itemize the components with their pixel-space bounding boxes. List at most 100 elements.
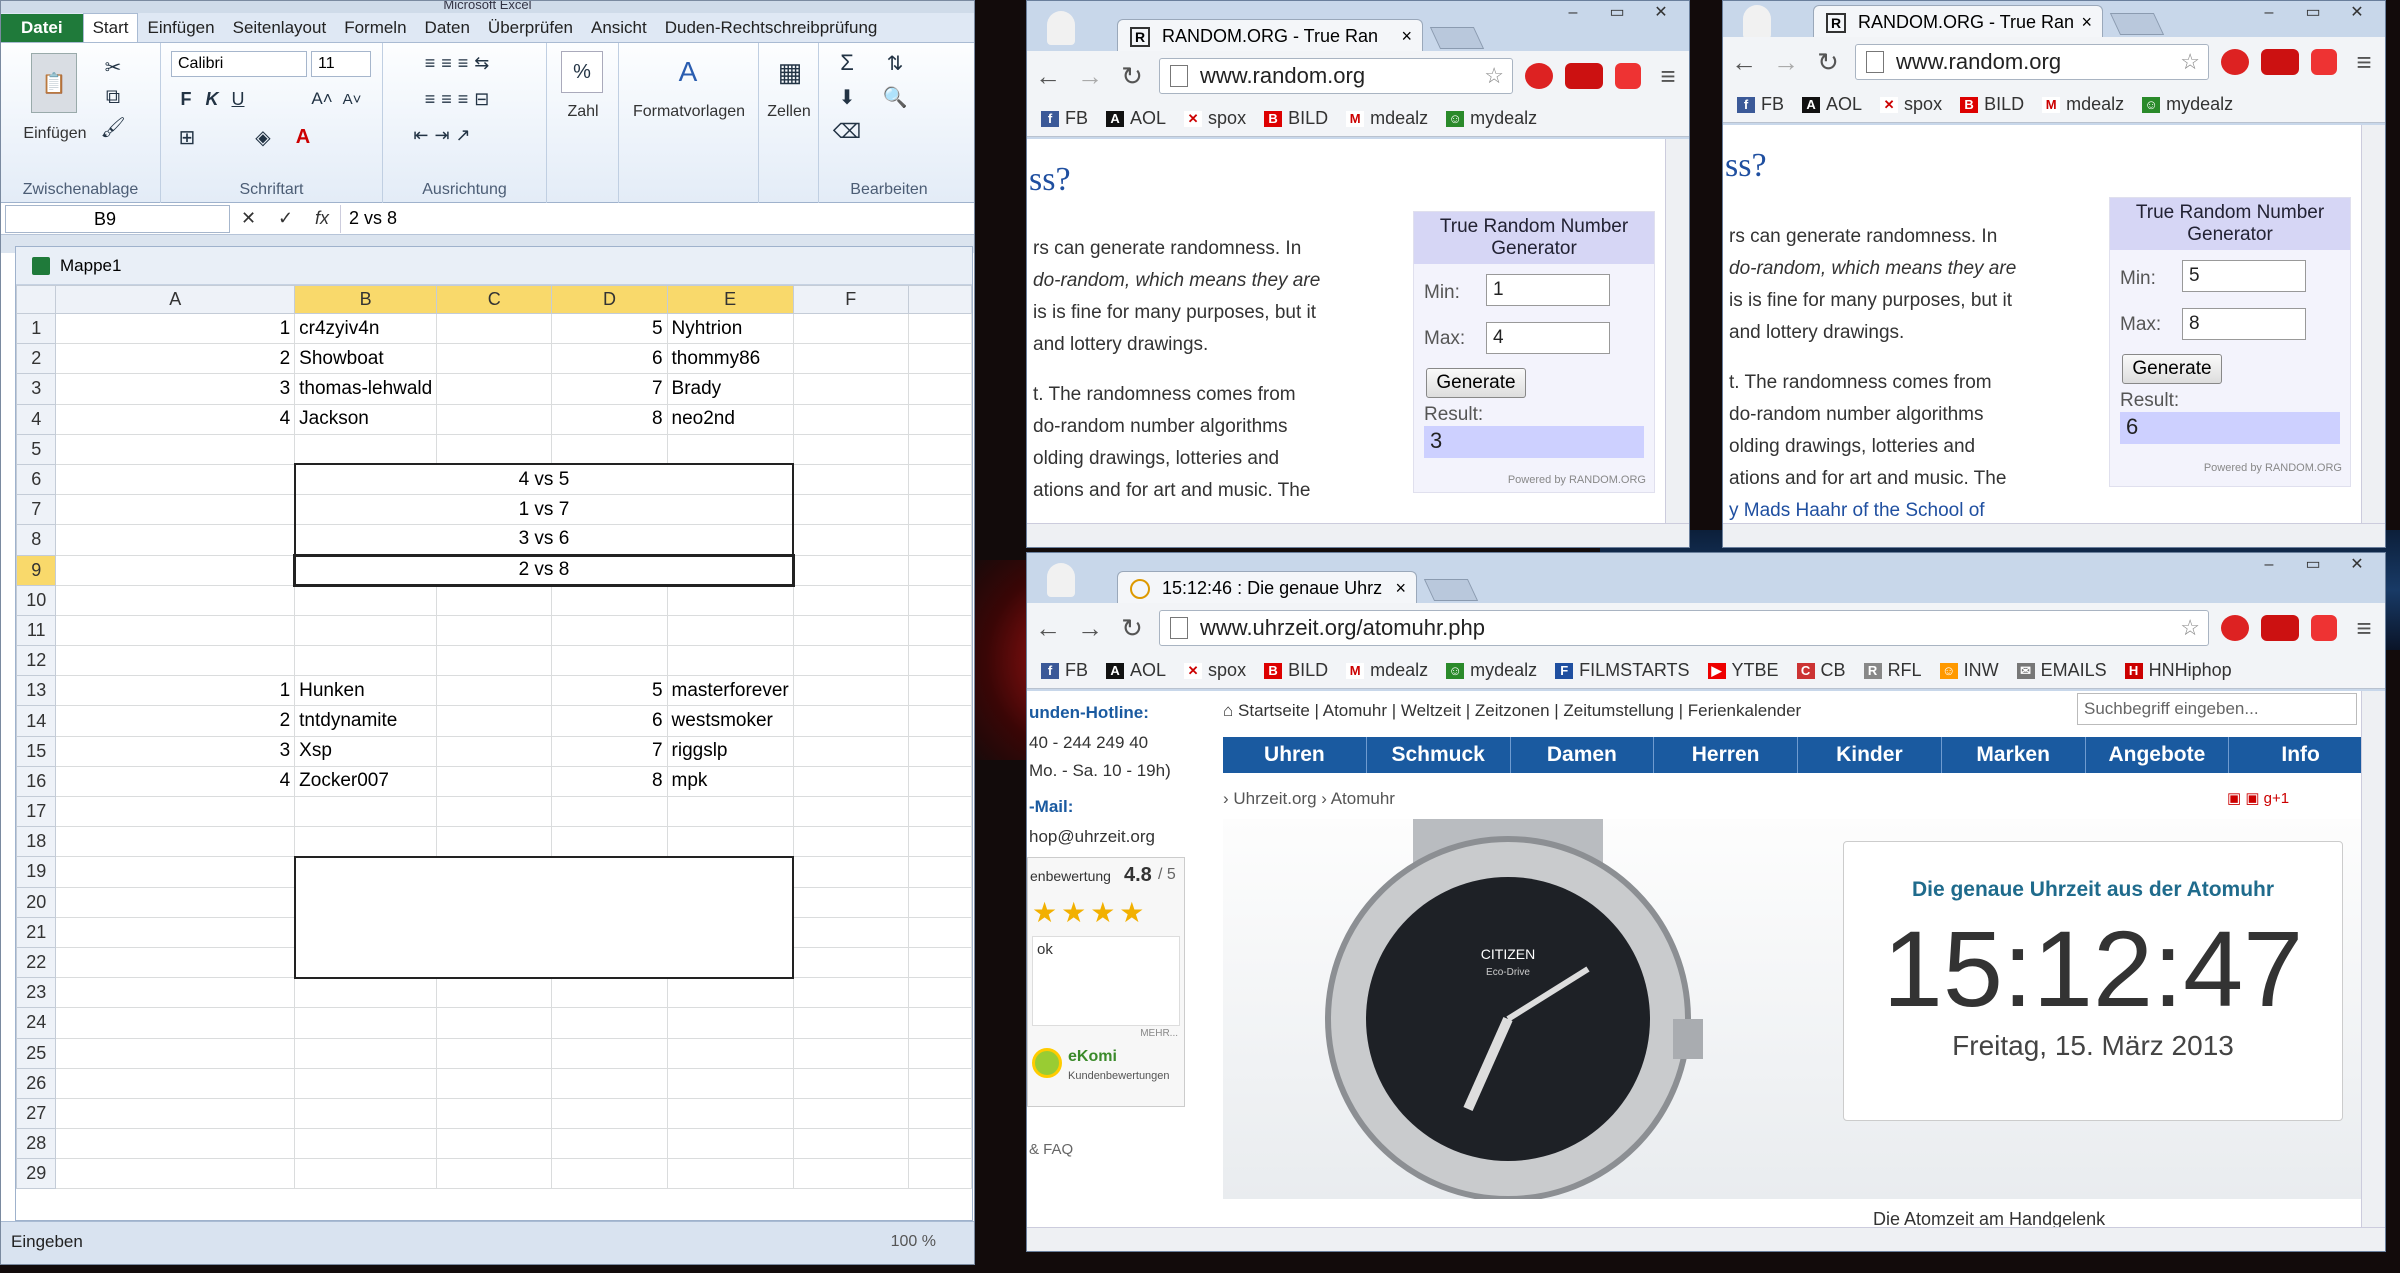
percent-icon[interactable]: % — [561, 51, 603, 93]
cell-g[interactable] — [907, 343, 973, 375]
row-header[interactable]: 5 — [15, 433, 57, 465]
shrink-font-icon[interactable]: A˅ — [341, 87, 363, 111]
bookmark-spox[interactable]: ✕ spox — [1184, 660, 1246, 681]
cell-e[interactable] — [666, 614, 794, 647]
menu-icon[interactable]: ≡ — [1647, 61, 1689, 92]
bookmark-aol[interactable]: A AOL — [1802, 94, 1862, 115]
spreadsheet-grid[interactable]: A B C D E F 1 1 cr4zyiv4n 5 Nyhtrion 2 2 Showbo… — [15, 285, 973, 1190]
cell-b[interactable] — [294, 433, 438, 465]
bookmark-inw[interactable]: ☺ INW — [1939, 660, 1999, 681]
bookmark-star-icon[interactable]: ☆ — [2180, 611, 2200, 645]
bookmark-fb[interactable]: f FB — [1041, 108, 1088, 129]
cell-e[interactable] — [666, 584, 794, 616]
cell-g[interactable] — [907, 373, 973, 405]
cell-matchup[interactable]: 2 vs 8 — [293, 553, 795, 587]
cell-e[interactable]: thommy86 — [666, 343, 794, 375]
cell-c[interactable] — [437, 887, 552, 917]
cell-g[interactable] — [907, 1128, 973, 1160]
cell-g[interactable] — [907, 916, 973, 948]
cell-d[interactable] — [551, 795, 668, 828]
cell-f[interactable] — [792, 1067, 909, 1099]
row-header[interactable]: 7 — [15, 494, 57, 526]
cell-a[interactable] — [55, 584, 296, 616]
row-header[interactable]: 28 — [15, 1128, 57, 1160]
tab-start[interactable]: Start — [82, 13, 139, 42]
cell-f[interactable] — [792, 795, 909, 828]
cell-b[interactable]: Hunken — [294, 675, 438, 707]
cut-icon[interactable]: ✂ — [101, 55, 125, 79]
copy-icon[interactable]: ⧉ — [101, 85, 125, 109]
bookmark-fb[interactable]: f FB — [1737, 94, 1784, 115]
maximize-icon[interactable]: ▭ — [2291, 3, 2335, 25]
cell-e[interactable] — [666, 1037, 794, 1069]
format-painter-icon[interactable]: 🖌 — [100, 115, 125, 139]
menu-icon[interactable]: ≡ — [2343, 47, 2385, 78]
min-input[interactable]: 1 — [1486, 274, 1610, 306]
cell-g[interactable] — [907, 494, 973, 526]
enter-icon[interactable]: ✓ — [278, 208, 293, 229]
cell-a[interactable] — [55, 795, 296, 828]
cell-f[interactable] — [792, 735, 909, 767]
cell-e[interactable]: masterforever — [666, 675, 794, 707]
maximize-icon[interactable]: ▭ — [2291, 555, 2335, 577]
nav-uhren[interactable]: Uhren — [1223, 737, 1367, 773]
tab-duden[interactable]: Duden-Rechtschreibprüfung — [656, 14, 887, 42]
cell-d[interactable] — [551, 947, 668, 979]
cell-f[interactable] — [792, 584, 909, 616]
cell-c[interactable] — [436, 403, 553, 435]
cell-b[interactable]: tntdynamite — [294, 705, 438, 737]
formula-input[interactable]: 2 vs 8 — [340, 204, 974, 233]
cell-g[interactable] — [907, 312, 973, 345]
cell-d[interactable] — [551, 1067, 668, 1099]
cell-d[interactable]: 5 — [551, 675, 668, 707]
cell-e[interactable]: westsmoker — [666, 705, 794, 737]
new-tab-button[interactable] — [1429, 27, 1485, 49]
cell-g[interactable] — [907, 977, 973, 1009]
bookmark-mydealz[interactable]: ☺ mydealz — [1446, 108, 1537, 129]
sum-icon[interactable]: Σ — [835, 50, 859, 75]
bookmark-mdealz[interactable]: Mmdealz — [1346, 108, 1428, 129]
extension-monster-icon[interactable] — [1565, 63, 1603, 89]
bookmark-bild[interactable]: B BILD — [1264, 660, 1328, 681]
cell-b[interactable] — [294, 1067, 438, 1099]
cell-f[interactable] — [792, 373, 909, 405]
cell-f[interactable] — [792, 1037, 909, 1069]
cell-g[interactable] — [907, 1067, 973, 1099]
vertical-scrollbar[interactable] — [1665, 139, 1689, 523]
back-icon[interactable]: ← — [1723, 47, 1765, 78]
row-header[interactable]: 24 — [15, 1007, 57, 1039]
nav-kinder[interactable]: Kinder — [1798, 737, 1942, 773]
extension-monster-icon[interactable] — [2261, 49, 2299, 75]
cell-d[interactable] — [552, 887, 667, 917]
cell-f[interactable] — [792, 765, 909, 798]
minimize-icon[interactable]: – — [1551, 3, 1595, 25]
cell-g[interactable] — [907, 886, 973, 918]
vertical-align-icons[interactable]: ≡≡≡⇆ — [395, 51, 525, 75]
cell-b[interactable] — [294, 645, 438, 677]
cell-d[interactable] — [551, 1037, 668, 1069]
cell-c[interactable] — [436, 614, 553, 647]
cell-a[interactable] — [55, 1067, 296, 1099]
browser-tab[interactable]: R RANDOM.ORG - True Ran × — [1117, 19, 1423, 53]
row-header[interactable]: 22 — [15, 946, 57, 979]
cell-d[interactable] — [551, 584, 668, 616]
zoom-level[interactable]: 100 % — [891, 1222, 936, 1262]
cell-b[interactable] — [294, 1128, 438, 1160]
generate-button[interactable]: Generate — [2122, 354, 2222, 384]
cell-e[interactable]: Brady — [666, 373, 794, 405]
select-all[interactable] — [15, 285, 57, 314]
cell-a[interactable]: 4 — [55, 403, 296, 435]
row-header[interactable]: 16 — [15, 765, 57, 798]
cell-e[interactable] — [666, 1128, 794, 1160]
nav-marken[interactable]: Marken — [1942, 737, 2086, 773]
tab-daten[interactable]: Daten — [416, 14, 479, 42]
cell-b[interactable] — [294, 1097, 438, 1130]
cell-f[interactable] — [792, 494, 909, 526]
cell-a[interactable] — [55, 1007, 296, 1039]
nav-herren[interactable]: Herren — [1654, 737, 1798, 773]
font-name-select[interactable]: Calibri — [171, 51, 307, 77]
max-input[interactable]: 8 — [2182, 308, 2306, 340]
row-header[interactable]: 29 — [15, 1158, 57, 1190]
cell-c[interactable] — [436, 795, 553, 828]
row-header[interactable]: 10 — [15, 584, 57, 616]
